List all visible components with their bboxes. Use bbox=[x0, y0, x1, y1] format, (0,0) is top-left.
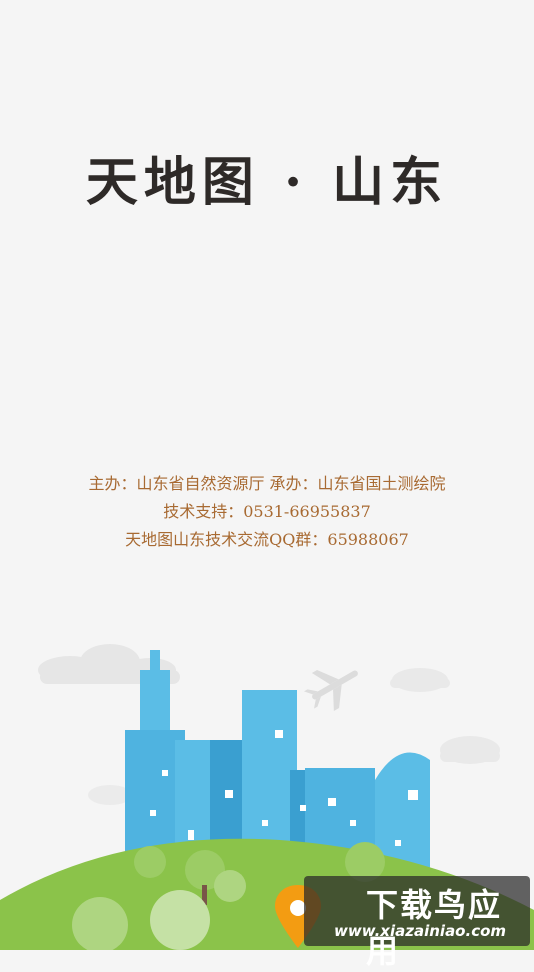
credits-block: 主办：山东省自然资源厅 承办：山东省国土测绘院 技术支持：0531-669558… bbox=[0, 470, 534, 554]
cloud-icon bbox=[440, 736, 500, 764]
watermark-badge: 下载鸟应用 www.xiazainiao.com bbox=[304, 876, 530, 970]
app-title: 天地图 · 山东 bbox=[85, 152, 449, 213]
watermark-url: www.xiazainiao.com bbox=[334, 922, 507, 940]
cloud-icon bbox=[390, 668, 450, 692]
qq-group-line: 天地图山东技术交流QQ群：65988067 bbox=[125, 530, 409, 549]
airplane-icon bbox=[304, 669, 358, 712]
organizer-line: 主办：山东省自然资源厅 承办：山东省国土测绘院 bbox=[88, 474, 446, 493]
tech-support-line: 技术支持：0531-66955837 bbox=[163, 502, 371, 521]
